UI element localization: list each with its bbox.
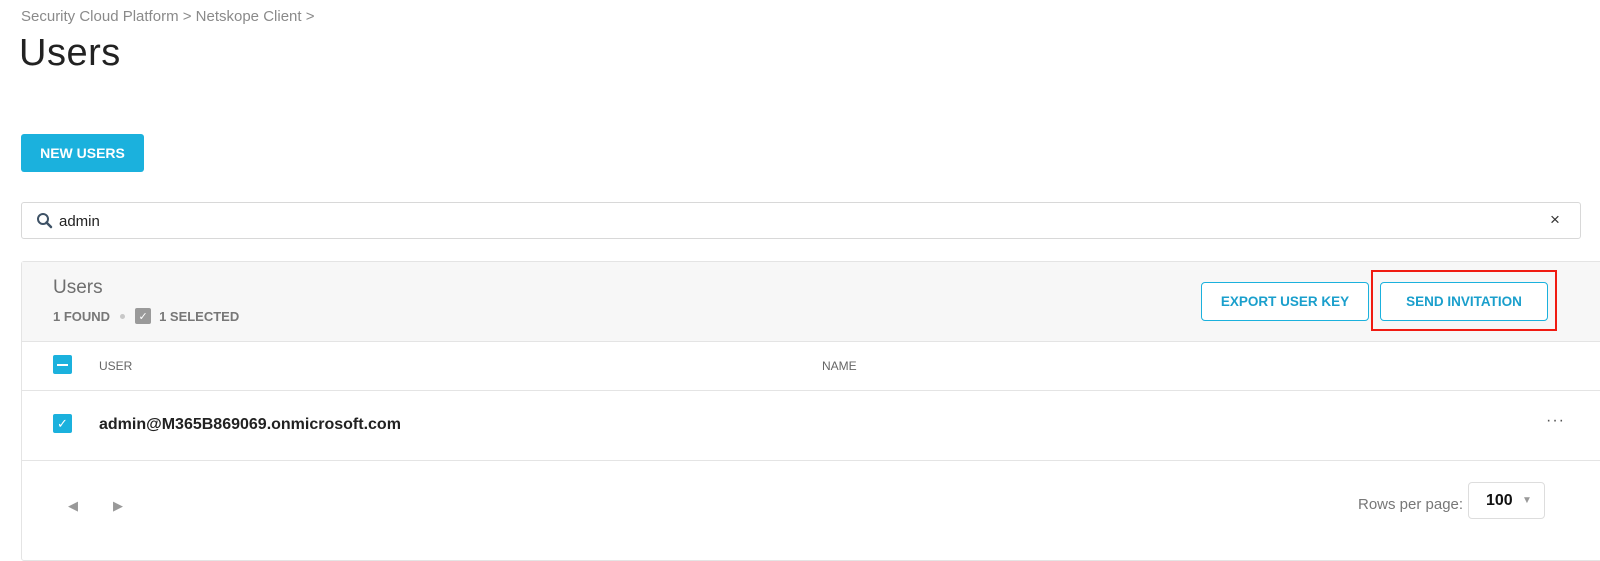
export-user-key-button[interactable]: EXPORT USER KEY — [1201, 282, 1369, 321]
result-summary: 1 FOUND ✓ 1 SELECTED — [53, 308, 239, 324]
row-checkbox[interactable]: ✓ — [53, 414, 72, 433]
rows-per-page-value: 100 — [1486, 492, 1513, 509]
new-users-button[interactable]: NEW USERS — [21, 134, 144, 172]
column-header-name[interactable]: NAME — [822, 359, 857, 373]
page-title: Users — [19, 32, 121, 74]
rows-per-page-select[interactable]: 100 ▼ — [1468, 482, 1545, 519]
breadcrumb[interactable]: Security Cloud Platform > Netskope Clien… — [21, 8, 314, 25]
next-page-icon[interactable]: ▶ — [113, 498, 123, 514]
caret-down-icon: ▼ — [1522, 495, 1532, 506]
column-header-user[interactable]: USER — [99, 359, 132, 373]
clear-search-icon[interactable]: × — [1550, 210, 1560, 230]
more-actions-icon[interactable]: ··· — [1546, 412, 1565, 430]
panel-header: Users 1 FOUND ✓ 1 SELECTED EXPORT USER K… — [22, 262, 1600, 342]
users-panel: Users 1 FOUND ✓ 1 SELECTED EXPORT USER K… — [21, 261, 1600, 561]
search-icon — [37, 213, 53, 229]
user-email[interactable]: admin@M365B869069.onmicrosoft.com — [99, 416, 401, 434]
selected-check-icon: ✓ — [135, 308, 152, 324]
table-row[interactable]: ✓ admin@M365B869069.onmicrosoft.com ··· — [22, 390, 1600, 461]
rows-per-page-label: Rows per page: — [1358, 496, 1464, 513]
prev-page-icon[interactable]: ◀ — [68, 498, 78, 514]
search-value[interactable]: admin — [59, 213, 100, 230]
selected-count: 1 SELECTED — [159, 308, 240, 324]
separator-dot — [120, 313, 126, 319]
panel-title: Users — [53, 277, 103, 298]
found-count: 1 FOUND — [53, 308, 111, 324]
select-all-checkbox[interactable] — [53, 355, 72, 374]
search-input[interactable]: admin × — [21, 202, 1581, 239]
table-header: USER NAME — [22, 341, 1600, 391]
highlight-box — [1371, 270, 1557, 331]
